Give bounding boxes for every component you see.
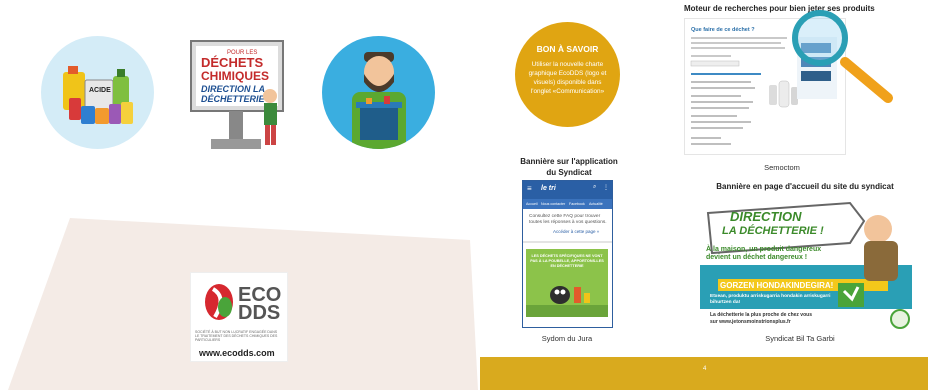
app-name: le tri	[541, 185, 556, 192]
page-footer	[480, 357, 928, 390]
more-icon: ⋮	[603, 185, 609, 191]
site-sign-line1: DIRECTION	[730, 209, 802, 224]
app-poster: LES DÉCHETS SPÉCIFIQUES NE VONT PAS À LA…	[526, 249, 608, 317]
page-number: 4	[703, 366, 707, 372]
app-tab[interactable]: Nous contacter	[541, 202, 565, 206]
app-tab[interactable]: Actualité	[589, 202, 603, 206]
bon-a-savoir-text: Utiliser la nouvelle charte graphique Ec…	[528, 61, 607, 95]
app-tab[interactable]: Accueil	[526, 202, 538, 206]
search-engine-caption: Semoctom	[764, 163, 800, 172]
app-screenshot: ≡ le tri ⌕ ⋮ Accueil Nous contacter Face…	[522, 180, 613, 328]
logo-tagline: SOCIÉTÉ À BUT NON LUCRATIF ENGAGÉE DANS …	[195, 330, 278, 342]
app-banner-caption: Sydom du Jura	[541, 334, 593, 343]
site-basque-text: Etxean, produktu arriskugarria hondakin …	[710, 294, 831, 305]
household-chemicals-icon: ACIDE	[41, 36, 154, 149]
site-sign-line2: LA DÉCHETTERIE !	[722, 225, 824, 237]
site-banner: DIRECTION LA DÉCHETTERIE ! À la maison, …	[700, 195, 912, 331]
site-warning: À la maison, un produit dangereux devien…	[706, 246, 822, 261]
menu-icon: ≡	[527, 184, 532, 193]
bon-a-savoir-title: BON À SAVOIR	[536, 44, 599, 54]
recycling-worker-icon	[322, 36, 435, 149]
logo-url: www.ecodds.com	[199, 348, 275, 358]
svg-text:ACIDE: ACIDE	[89, 87, 111, 94]
site-footer-line1: La déchetterie la plus proche de chez vo…	[710, 312, 812, 318]
app-tab[interactable]: Facebook	[569, 202, 585, 206]
poster-character-icon	[526, 286, 608, 317]
ecodds-logo-mark	[205, 284, 233, 320]
site-banner-caption: Syndicat Bil Ta Garbi	[765, 334, 835, 343]
app-banner-heading: Bannière sur l'application du Syndicat	[514, 156, 624, 178]
magnifier-icon	[792, 10, 893, 103]
app-body-text: Consultez cette FAQ pour trouver toutes …	[529, 214, 607, 225]
sign-subtitle-1: DIRECTION LA	[201, 84, 265, 94]
app-banner-heading-line1: Bannière sur l'application	[520, 157, 618, 166]
sign-title-2: CHIMIQUES	[201, 69, 269, 83]
logo-brand-line2: DDS	[238, 302, 281, 324]
site-footer-line2: sur www.jetonsmoinstrionsplus.fr	[710, 319, 791, 325]
app-banner-heading-line2: du Syndicat	[546, 168, 592, 177]
logo-brand: ECO DDS	[238, 285, 281, 324]
site-basque-title: GORZEN HONDAKINDEGIRA!	[720, 281, 834, 290]
app-tabs[interactable]: Accueil Nous contacter Facebook Actualit…	[523, 199, 612, 209]
app-link[interactable]: Accéder à cette page »	[553, 229, 599, 234]
sign-subtitle-2: DÉCHETTERIE	[201, 94, 266, 104]
search-icon: ⌕	[593, 184, 597, 190]
app-top-bar: ≡ le tri ⌕ ⋮	[523, 181, 612, 199]
chemical-waste-sign-icon: POUR LES DÉCHETS CHIMIQUES DIRECTION LA …	[181, 36, 294, 149]
sign-title-1: DÉCHETS	[201, 55, 263, 70]
site-banner-heading: Bannière en page d'accueil du site du sy…	[716, 182, 894, 191]
bon-a-savoir-badge: BON À SAVOIR Utiliser la nouvelle charte…	[515, 22, 620, 127]
